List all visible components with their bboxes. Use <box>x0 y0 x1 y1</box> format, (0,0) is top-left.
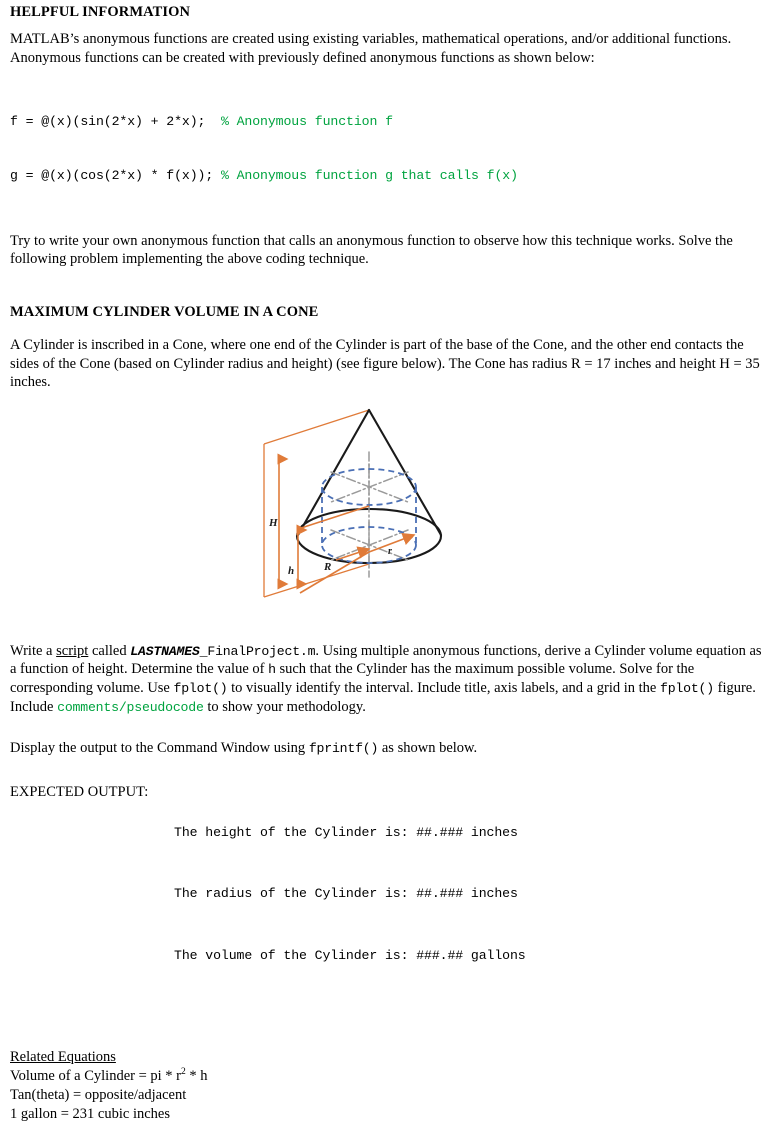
instr-filename-lastnames: LASTNAMES <box>130 643 200 659</box>
paragraph-cylinder-inscribed: A Cylinder is inscribed in a Cone, where… <box>10 337 760 391</box>
code-line-1: f = @(x)(sin(2*x) + 2*x); % Anonymous fu… <box>10 113 762 131</box>
heading-maximum-cylinder-volume: MAXIMUM CYLINDER VOLUME IN A CONE <box>10 304 319 321</box>
expected-output-lines: The height of the Cylinder is: ##.### in… <box>174 782 526 1009</box>
dimension-arrows <box>277 453 416 594</box>
paragraph-display-output: Display the output to the Command Window… <box>10 739 762 758</box>
spacer-before-related-equations <box>10 1008 762 1048</box>
instr-part4: to visually identify the interval. Inclu… <box>227 680 660 697</box>
instr-comments-word: comments <box>57 699 119 715</box>
document-page: HELPFUL INFORMATION MATLAB’s anonymous f… <box>0 0 778 1122</box>
related-equations-block: Related Equations Volume of a Cylinder =… <box>10 1048 762 1123</box>
related-equation-volume: Volume of a Cylinder = pi * r2 * h <box>10 1067 762 1086</box>
spacer-before-display <box>10 727 762 739</box>
paragraph-instructions: Write a script called LASTNAMES_FinalPro… <box>10 642 762 717</box>
code-line-1-comment: % Anonymous function f <box>220 113 393 129</box>
instr-filename-rest: _FinalProject.m <box>199 643 316 659</box>
instr-part1-mid: called <box>88 642 131 659</box>
display-fprintf: fprintf() <box>308 740 379 756</box>
code-line-1-code: f = @(x)(sin(2*x) + 2*x); <box>10 113 221 129</box>
instr-pseudocode-word: pseudocode <box>126 699 204 715</box>
figure-cone-cylinder: H h R r <box>10 402 762 622</box>
spacer-before-problem-heading <box>10 278 762 304</box>
related-equation-tangent: Tan(theta) = opposite/adjacent <box>10 1086 187 1103</box>
expected-output-label: EXPECTED OUTPUT: <box>10 783 149 800</box>
label-cone-radius-R: R <box>323 561 331 573</box>
paragraph-try-to-write: Try to write your own anonymous function… <box>10 232 733 267</box>
expected-output-line-2: The radius of the Cylinder is: ##.### in… <box>174 886 518 902</box>
instr-script-underlined: script <box>56 642 89 659</box>
paragraph-anonymous-functions: MATLAB’s anonymous functions are created… <box>10 31 732 66</box>
instr-part6: to show your methodology. <box>203 698 366 715</box>
expected-output-line-1: The height of the Cylinder is: ##.### in… <box>174 824 518 840</box>
code-line-2: g = @(x)(cos(2*x) * f(x)); % Anonymous f… <box>10 167 762 185</box>
instr-slash: / <box>118 699 127 715</box>
related-equations-title: Related Equations <box>10 1049 116 1066</box>
expected-output-block: EXPECTED OUTPUT: The height of the Cylin… <box>10 782 762 1009</box>
related-equation-gallon: 1 gallon = 231 cubic inches <box>10 1105 170 1122</box>
heading-helpful-information: HELPFUL INFORMATION <box>10 4 191 20</box>
expected-output-line-3: The volume of the Cylinder is: ###.## ga… <box>174 948 526 964</box>
equation-volume-post: * h <box>185 1067 208 1084</box>
dimension-R-leader <box>299 550 370 594</box>
instr-fplot-1: fplot() <box>173 681 228 697</box>
label-cylinder-radius-r: r <box>388 546 392 557</box>
display-pre: Display the output to the Command Window… <box>10 739 309 756</box>
label-cylinder-height-h: h <box>288 565 294 577</box>
code-line-2-comment: % Anonymous function g that calls f(x) <box>220 167 518 183</box>
spacer-before-expected <box>10 768 762 782</box>
code-block-anonymous-functions: f = @(x)(sin(2*x) + 2*x); % Anonymous fu… <box>10 77 762 221</box>
label-cone-height-H: H <box>268 517 278 529</box>
instr-var-h: h <box>268 662 276 678</box>
instr-part1-pre: Write a <box>10 642 57 659</box>
spacer-after-figure <box>10 626 762 642</box>
instr-fplot-2: fplot() <box>659 681 714 697</box>
display-post: as shown below. <box>378 739 478 756</box>
document-content: HELPFUL INFORMATION MATLAB’s anonymous f… <box>10 4 762 1123</box>
equation-volume-pre: Volume of a Cylinder = pi * r <box>10 1067 182 1084</box>
cone-cylinder-diagram: H h R r <box>263 408 443 598</box>
code-line-2-code: g = @(x)(cos(2*x) * f(x)); <box>10 167 221 183</box>
